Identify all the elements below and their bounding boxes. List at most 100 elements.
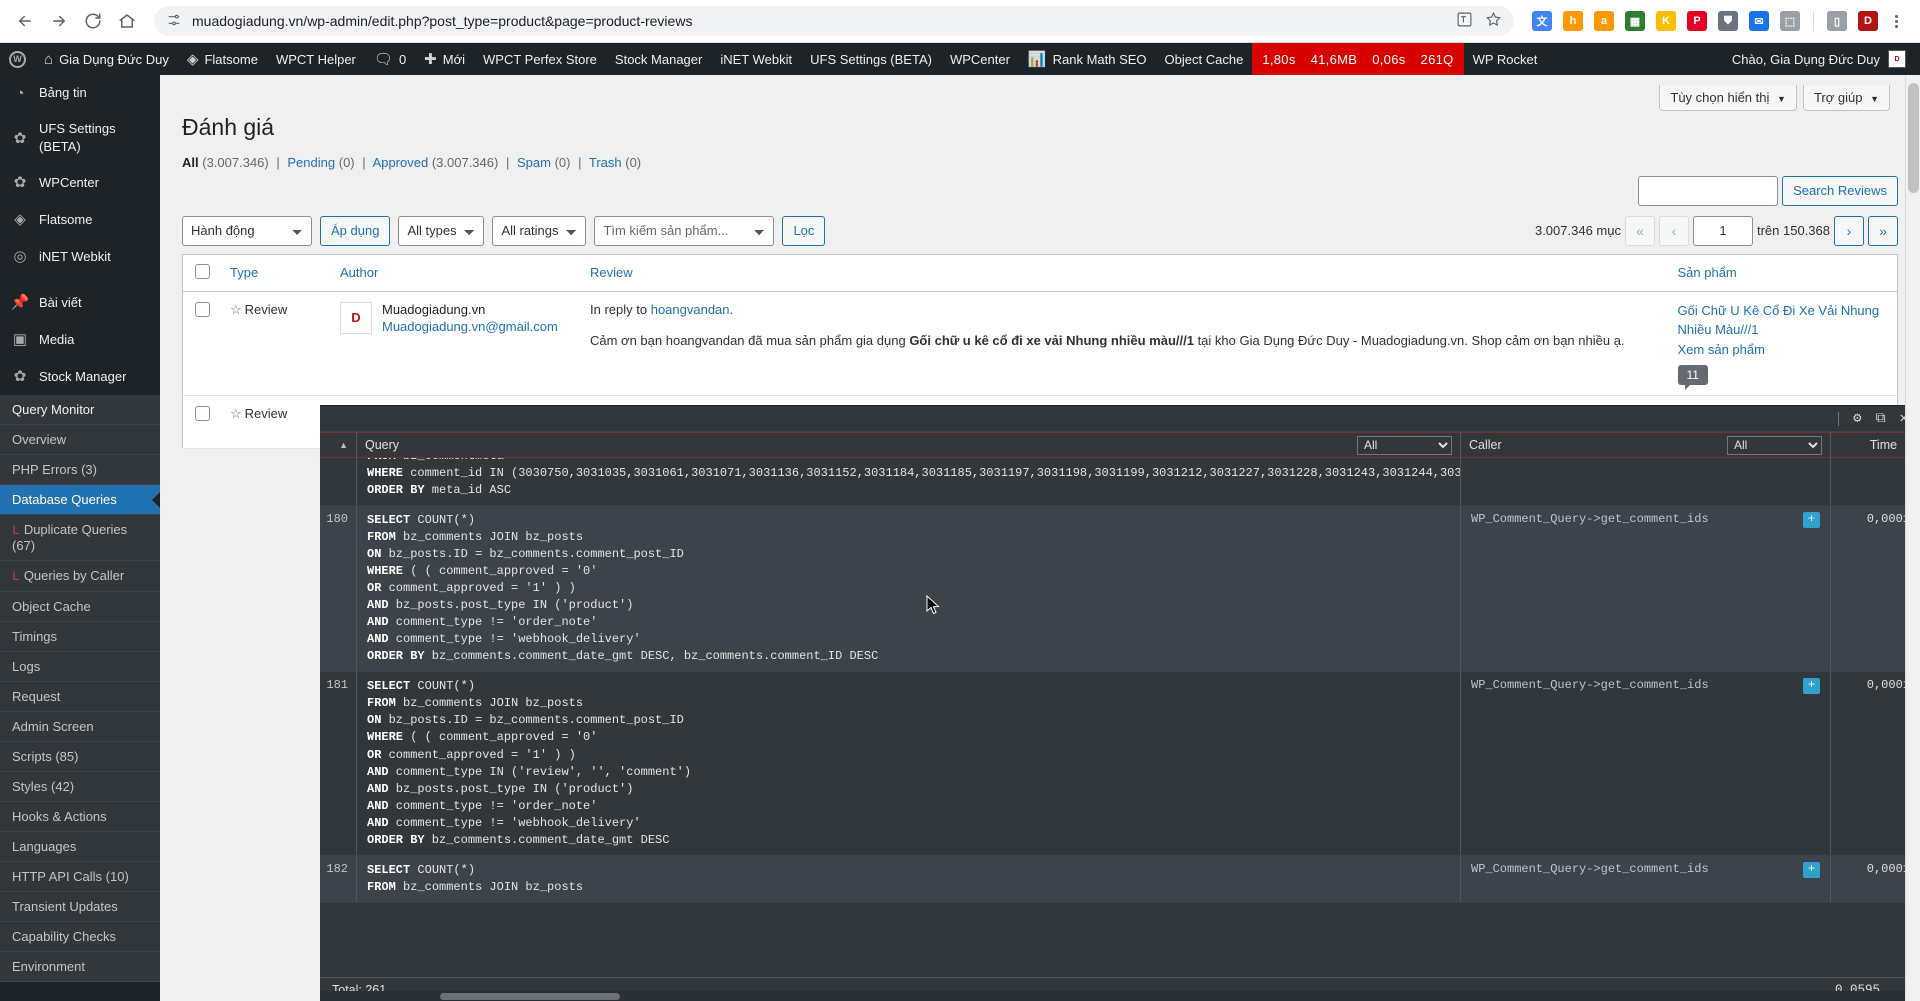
qm-menu-logs[interactable]: Logs bbox=[0, 652, 160, 683]
author-email[interactable]: Muadogiadung.vn@gmail.com bbox=[382, 319, 558, 334]
qm-menu-hooks-actions[interactable]: Hooks & Actions bbox=[0, 802, 160, 833]
qm-menu-admin-screen[interactable]: Admin Screen bbox=[0, 712, 160, 743]
search-input[interactable] bbox=[1638, 175, 1779, 206]
view-product-link[interactable]: Xem sản phẩm bbox=[1678, 342, 1888, 357]
column-header-review[interactable]: Review bbox=[580, 254, 1668, 292]
translate-extension-icon[interactable]: 文 bbox=[1532, 11, 1552, 31]
qm-menu-object-cache[interactable]: Object Cache bbox=[0, 592, 160, 623]
help-button[interactable]: Trợ giúp ▼ bbox=[1802, 85, 1890, 111]
translate-icon[interactable] bbox=[1456, 11, 1473, 31]
adminbar-item-wp-rocket[interactable]: WP Rocket bbox=[1464, 43, 1547, 75]
filter-button[interactable]: Lọc bbox=[782, 215, 826, 246]
home-icon[interactable] bbox=[112, 6, 142, 36]
view-link-pending[interactable]: Pending bbox=[287, 155, 335, 170]
sidebar-item-bai-viet[interactable]: 📌 Bài viết bbox=[0, 284, 160, 321]
puzzle-extension-icon[interactable]: ⬚ bbox=[1780, 11, 1800, 31]
next-page-button[interactable]: › bbox=[1834, 215, 1864, 246]
qm-menu-timings[interactable]: Timings bbox=[0, 622, 160, 653]
sidebar-item-ufs-settings[interactable]: ✿ UFS Settings (BETA) bbox=[0, 112, 160, 164]
qm-query-row[interactable]: 182 SELECT COUNT(*) FROM bz_comments JOI… bbox=[320, 855, 1920, 903]
qm-menu-database-queries[interactable]: Database Queries bbox=[0, 485, 160, 516]
adminbar-item-stock-manager[interactable]: Stock Manager bbox=[606, 43, 711, 75]
wordpress-logo-icon[interactable] bbox=[0, 43, 35, 75]
expand-toggle-button[interactable]: + bbox=[1803, 512, 1820, 529]
browser-menu-icon[interactable] bbox=[1889, 14, 1904, 28]
search-reviews-button[interactable]: Search Reviews bbox=[1782, 175, 1898, 206]
qm-menu-styles[interactable]: Styles (42) bbox=[0, 772, 160, 803]
side-panel-icon[interactable]: ▯ bbox=[1827, 11, 1847, 31]
site-settings-icon[interactable] bbox=[166, 12, 182, 31]
page-scroll-thumb[interactable] bbox=[1908, 83, 1919, 193]
pinterest-extension-icon[interactable]: P bbox=[1687, 11, 1707, 31]
review-count-badge[interactable]: 11 bbox=[1677, 364, 1708, 390]
view-link-spam[interactable]: Spam bbox=[517, 155, 551, 170]
adminbar-item-ufs-settings[interactable]: UFS Settings (BETA) bbox=[801, 43, 941, 75]
qm-menu-request[interactable]: Request bbox=[0, 682, 160, 713]
forward-arrow-icon[interactable] bbox=[44, 6, 74, 36]
adminbar-account[interactable]: Chào, Gia Dụng Đức Duy D bbox=[1732, 50, 1920, 68]
product-search-select[interactable]: Tìm kiếm sản phẩm... bbox=[594, 215, 775, 246]
qm-menu-environment[interactable]: Environment bbox=[0, 952, 160, 983]
select-all-checkbox[interactable] bbox=[195, 263, 210, 279]
keep-extension-icon[interactable]: K bbox=[1656, 11, 1676, 31]
qm-hscroll-thumb[interactable] bbox=[440, 993, 620, 1000]
select-all-header[interactable] bbox=[182, 254, 220, 292]
type-filter-select[interactable]: All types bbox=[398, 215, 485, 246]
page-scrollbar[interactable] bbox=[1905, 75, 1920, 1001]
column-header-type[interactable]: Type bbox=[220, 254, 330, 292]
current-page-input[interactable]: 1 bbox=[1692, 215, 1753, 246]
column-header-author[interactable]: Author bbox=[330, 254, 580, 292]
qm-menu-languages[interactable]: Languages bbox=[0, 832, 160, 863]
sidebar-item-stock-manager[interactable]: ✿ Stock Manager bbox=[0, 358, 160, 395]
back-arrow-icon[interactable] bbox=[10, 6, 40, 36]
adminbar-item-comments[interactable]: 🗨 0 bbox=[365, 43, 415, 75]
sidebar-item-wpcenter[interactable]: ✿ WPCenter bbox=[0, 164, 160, 201]
qm-menu-http-api-calls[interactable]: HTTP API Calls (10) bbox=[0, 862, 160, 893]
adminbar-item-new[interactable]: ✚ Mới bbox=[415, 43, 474, 75]
expand-toggle-button[interactable]: + bbox=[1803, 678, 1820, 695]
shield-extension-icon[interactable]: ⛊ bbox=[1718, 11, 1738, 31]
qm-query-type-filter[interactable]: All bbox=[1357, 435, 1452, 455]
qm-menu-duplicate-queries[interactable]: L Duplicate Queries (67) bbox=[0, 515, 160, 562]
prev-page-button[interactable]: ‹ bbox=[1658, 215, 1689, 246]
view-link-all[interactable]: All bbox=[182, 155, 199, 170]
last-page-button[interactable]: » bbox=[1868, 215, 1898, 246]
qm-horizontal-scrollbar[interactable] bbox=[320, 991, 1920, 1001]
qm-menu-queries-by-caller[interactable]: L Queries by Caller bbox=[0, 561, 160, 593]
adminbar-item-object-cache[interactable]: Object Cache bbox=[1156, 43, 1253, 75]
reload-icon[interactable] bbox=[78, 6, 108, 36]
table-row[interactable]: ☆ Review D Muadogiadung.vn Muadogiadung.v… bbox=[182, 291, 1898, 396]
product-title-link[interactable]: Gối Chữ U Kê Cổ Đi Xe Vải Nhung Nhiều Mà… bbox=[1678, 303, 1880, 337]
view-link-approved[interactable]: Approved bbox=[373, 155, 429, 170]
qm-caller-filter[interactable]: All bbox=[1727, 435, 1822, 455]
adminbar-item-wpct-helper[interactable]: WPCT Helper bbox=[267, 43, 365, 75]
qm-rows-container[interactable]: FROM bz_commentmeta WHERE comment_id IN … bbox=[320, 458, 1920, 977]
qm-query-row[interactable]: FROM bz_commentmeta WHERE comment_id IN … bbox=[320, 458, 1920, 507]
chevron-up-icon[interactable]: ▲ bbox=[339, 440, 348, 450]
honey-extension-icon[interactable]: h bbox=[1563, 11, 1583, 31]
adminbar-item-flatsome[interactable]: ◈ Flatsome bbox=[178, 43, 267, 75]
sidebar-item-inet-webkit[interactable]: ◎ iNET Webkit bbox=[0, 238, 160, 275]
address-bar[interactable]: muadogiadung.vn/wp-admin/edit.php?post_t… bbox=[154, 6, 1514, 36]
mail-extension-icon[interactable]: ✉ bbox=[1749, 11, 1769, 31]
expand-toggle-button[interactable]: + bbox=[1803, 861, 1820, 878]
row-select-cell[interactable] bbox=[182, 395, 220, 449]
gear-icon[interactable]: ⚙ bbox=[1853, 412, 1861, 426]
display-options-button[interactable]: Tùy chọn hiển thị ▼ bbox=[1659, 85, 1797, 111]
row-select-cell[interactable] bbox=[182, 291, 220, 396]
adminbar-item-rankmath[interactable]: 📊 Rank Math SEO bbox=[1019, 43, 1156, 75]
sidebar-item-flatsome[interactable]: ◈ Flatsome bbox=[0, 201, 160, 238]
qm-menu-capability-checks[interactable]: Capability Checks bbox=[0, 922, 160, 953]
adminbar-performance-badge[interactable]: 1,80s 41,6MB 0,06s 261Q bbox=[1252, 43, 1464, 75]
sidebar-item-bang-tin[interactable]: ◔ Bảng tin bbox=[0, 75, 160, 112]
row-checkbox[interactable] bbox=[195, 405, 210, 421]
adminbar-item-perfex[interactable]: WPCT Perfex Store bbox=[474, 43, 606, 75]
column-header-product[interactable]: Sản phẩm bbox=[1667, 254, 1898, 292]
rating-filter-select[interactable]: All ratings bbox=[492, 215, 587, 246]
adminbar-item-inet-webkit[interactable]: iNET Webkit bbox=[711, 43, 801, 75]
profile-avatar[interactable]: D bbox=[1858, 11, 1878, 31]
view-link-trash[interactable]: Trash bbox=[589, 155, 622, 170]
adminbar-item-wpcenter[interactable]: WPCenter bbox=[941, 43, 1019, 75]
row-checkbox[interactable] bbox=[195, 301, 210, 317]
star-icon[interactable] bbox=[1485, 11, 1502, 31]
